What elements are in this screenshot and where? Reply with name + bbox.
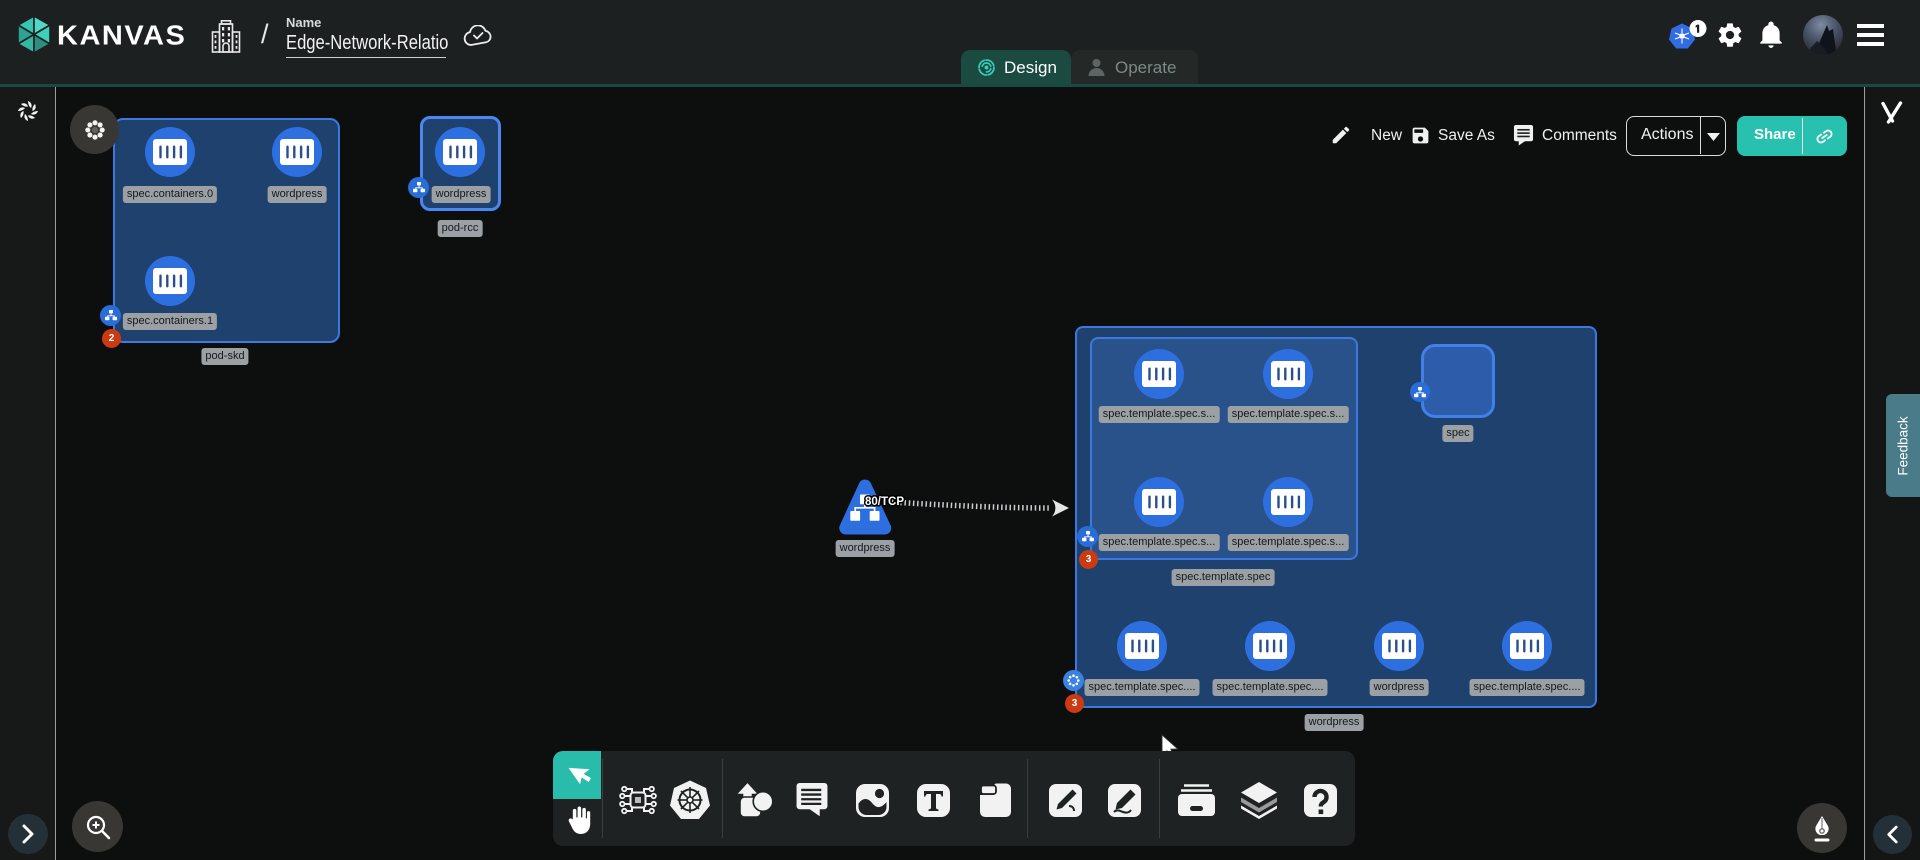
- svg-text:80/TCP: 80/TCP: [865, 496, 904, 508]
